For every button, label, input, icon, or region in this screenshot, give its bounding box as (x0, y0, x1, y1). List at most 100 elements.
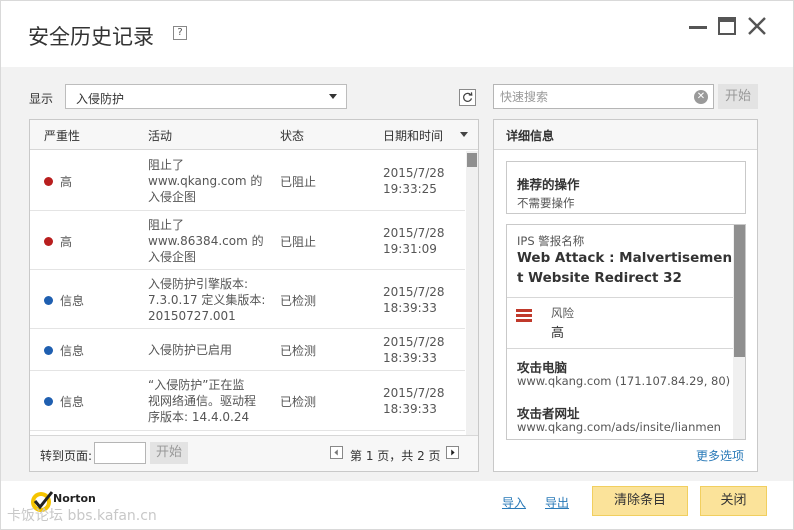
date-line: 2015/7/28 (383, 166, 445, 180)
time-line: 19:31:09 (383, 241, 437, 256)
activity-line: www.qkang.com 的 (148, 174, 263, 188)
filter-label: 显示 (29, 92, 54, 106)
datetime-text: 2015/7/28 19:33:25 (383, 165, 445, 197)
severity-text: 信息 (60, 293, 85, 308)
table-row[interactable]: 信息 “入侵防护”正在监 视网络通信。驱动程 序版本: 14.4.0.24 已检测 201… (30, 371, 465, 431)
severity-dot-icon (44, 177, 53, 186)
severity-dot-icon (44, 236, 53, 246)
activity-text: 阻止了 www.86384.com 的入侵企图 (148, 217, 268, 265)
recommended-action-value: 不需要操作 (517, 196, 575, 210)
time-line: 18:39:33 (383, 300, 437, 315)
status-text: 已阻止 (280, 175, 317, 189)
severity-text: 信息 (60, 344, 85, 358)
status-text: 已阻止 (280, 234, 317, 249)
activity-line: 20150727.001 (148, 308, 236, 323)
status-text: 已检测 (280, 293, 317, 308)
date-line: 2015/7/28 (383, 386, 445, 400)
goto-page-input[interactable] (94, 442, 146, 464)
datetime-text: 2015/7/28 18:39:33 (383, 385, 445, 417)
activity-line: 阻止了 (148, 217, 185, 232)
page-info: 第 1 页，共 2 页 (350, 449, 441, 463)
details-header: 详细信息 (494, 120, 757, 150)
goto-page-button[interactable]: 开始 (150, 442, 188, 464)
datetime-text: 2015/7/28 18:39:33 (383, 334, 445, 366)
table-row[interactable]: 高 阻止了 www.qkang.com 的入侵企图 已阻止 2015/7/28 19:33… (30, 151, 465, 211)
col-severity[interactable]: 严重性 (44, 127, 80, 144)
recommended-action-title: 推荐的操作 (517, 177, 580, 192)
details-scrollbar[interactable] (733, 225, 745, 439)
activity-line: 视网络通信。驱动程 (148, 394, 257, 408)
close-window-icon[interactable] (746, 15, 768, 37)
activity-line: 入侵企图 (148, 249, 197, 264)
activity-line: 阻止了 (148, 158, 185, 172)
sort-descending-icon[interactable] (460, 132, 468, 137)
filter-dropdown[interactable]: 入侵防护 (65, 84, 347, 109)
help-icon[interactable]: ? (173, 26, 187, 40)
window-title: 安全历史记录 (28, 25, 154, 49)
search-field[interactable]: ✕ (493, 84, 714, 109)
grid-scrollbar-thumb[interactable] (467, 153, 477, 167)
severity-text: 信息 (60, 395, 85, 409)
ips-alert-name-line2: t Website Redirect 32 (517, 270, 682, 286)
severity-dot-icon (44, 346, 53, 355)
attacker-pc-value: www.qkang.com (171.107.84.29, 80) (517, 374, 731, 388)
activity-text: 阻止了 www.qkang.com 的入侵企图 (148, 157, 268, 205)
search-go-button[interactable]: 开始 (718, 84, 758, 109)
activity-line: 序版本: 14.4.0.24 (148, 410, 250, 424)
goto-page-label: 转到页面: (40, 449, 93, 463)
risk-value: 高 (551, 326, 565, 341)
table-row[interactable]: 信息 入侵防护已启用 已检测 2015/7/28 18:39:33 (30, 329, 465, 371)
activity-text: 入侵防护已启用 (148, 342, 268, 358)
activity-line: 7.3.0.17 定义集版本: (148, 292, 266, 307)
details-title: 详细信息 (506, 129, 555, 143)
date-line: 2015/7/28 (383, 335, 445, 349)
col-datetime[interactable]: 日期和时间 (383, 127, 443, 144)
divider (507, 348, 733, 349)
details-scrollbar-thumb[interactable] (734, 225, 745, 357)
severity-dot-icon (44, 295, 53, 305)
pager: 转到页面: 开始 第 1 页，共 2 页 (30, 435, 478, 471)
more-options-link[interactable]: 更多选项 (696, 447, 744, 464)
watermark: 卡饭论坛 bbs.kafan.cn (7, 508, 157, 524)
title-bar: 安全历史记录 ? (1, 1, 793, 67)
filter-selected-value: 入侵防护 (76, 92, 125, 106)
next-page-icon[interactable] (446, 446, 459, 459)
date-line: 2015/7/28 (383, 284, 445, 299)
status-text: 已检测 (280, 344, 317, 358)
refresh-icon[interactable] (459, 89, 476, 106)
maximize-icon[interactable] (716, 15, 738, 37)
norton-logo: Norton (53, 492, 96, 505)
minimize-icon[interactable] (687, 15, 709, 37)
col-status[interactable]: 状态 (280, 127, 304, 144)
activity-line: 入侵防护引擎版本: (148, 276, 249, 291)
activity-text: “入侵防护”正在监 视网络通信。驱动程 序版本: 14.4.0.24 (148, 377, 268, 425)
time-line: 18:39:33 (383, 351, 437, 365)
prev-page-icon[interactable] (330, 446, 343, 459)
ips-alert-label: IPS 警报名称 (517, 234, 585, 248)
grid-header: 严重性 活动 状态 日期和时间 (30, 120, 478, 150)
col-activity[interactable]: 活动 (148, 127, 172, 144)
date-line: 2015/7/28 (383, 225, 445, 240)
ips-alert-name-line1: Web Attack : Malvertisemen (517, 250, 733, 266)
alert-detail-card: IPS 警报名称 Web Attack : Malvertisemen t We… (506, 224, 746, 440)
search-input[interactable] (498, 88, 688, 105)
time-line: 18:39:33 (383, 402, 437, 416)
recommended-action-card: 推荐的操作 不需要操作 (506, 161, 746, 214)
export-link[interactable]: 导出 (545, 494, 569, 511)
table-row[interactable]: 信息 入侵防护引擎版本: 7.3.0.17 定义集版本: 20150727.001 已检… (30, 270, 465, 329)
close-button[interactable]: 关闭 (700, 486, 767, 516)
import-link[interactable]: 导入 (502, 494, 526, 511)
activity-line: 入侵防护已启用 (148, 343, 233, 357)
clear-entries-button[interactable]: 清除条目 (592, 486, 688, 516)
table-row[interactable]: 高阻止了 www.86384.com 的入侵企图 已阻止 2015/7/28 19:31… (30, 211, 465, 270)
attacker-url-value: www.qkang.com/ads/insite/lianmen... (517, 420, 722, 434)
activity-line: 入侵企图 (148, 190, 197, 204)
severity-text: 高 (60, 234, 73, 249)
clear-search-icon[interactable]: ✕ (694, 90, 708, 104)
security-history-window: 安全历史记录 ? 显示 入侵防护 ✕ 开始 严重性 活动 状态 日期和时间 (0, 0, 794, 530)
status-text: 已检测 (280, 395, 317, 409)
activity-line: www.86384.com 的 (148, 233, 264, 248)
grid-scrollbar[interactable] (466, 151, 478, 435)
severity-text: 高 (60, 175, 73, 189)
risk-label: 风险 (551, 306, 574, 320)
